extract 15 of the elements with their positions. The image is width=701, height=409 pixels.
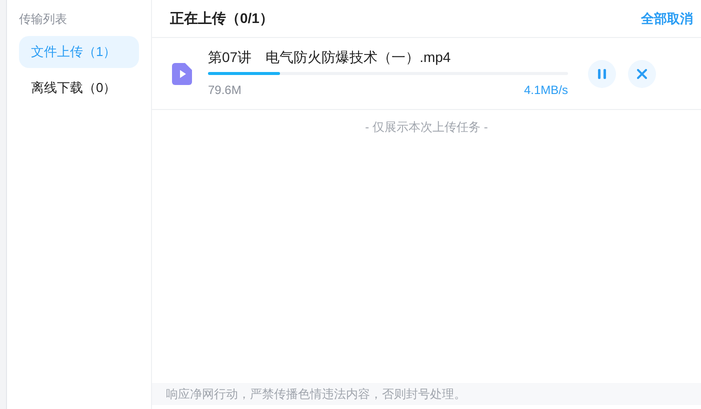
notice-text: 响应净网行动，严禁传播色情违法内容，否则封号处理。 <box>166 386 466 403</box>
sidebar-item[interactable]: 文件上传（1） <box>19 36 139 68</box>
file-size: 79.6M <box>208 82 242 99</box>
sidebar-item[interactable]: 离线下载（0） <box>19 72 139 104</box>
video-file-icon <box>172 62 192 84</box>
sidebar-title: 传输列表 <box>19 11 68 28</box>
cancel-all-link[interactable]: 全部取消 <box>641 8 693 28</box>
section-title: 正在上传（0/1） <box>170 9 274 28</box>
file-name: 第07讲 电气防火防爆技术（一）.mp4 <box>208 48 452 66</box>
pause-icon <box>598 68 606 78</box>
hint-text: - 仅展示本次上传任务 - <box>365 119 488 136</box>
close-icon <box>637 68 647 78</box>
pause-button[interactable] <box>588 60 616 88</box>
close-button[interactable] <box>628 60 656 88</box>
upload-speed: 4.1MB/s <box>524 82 568 99</box>
